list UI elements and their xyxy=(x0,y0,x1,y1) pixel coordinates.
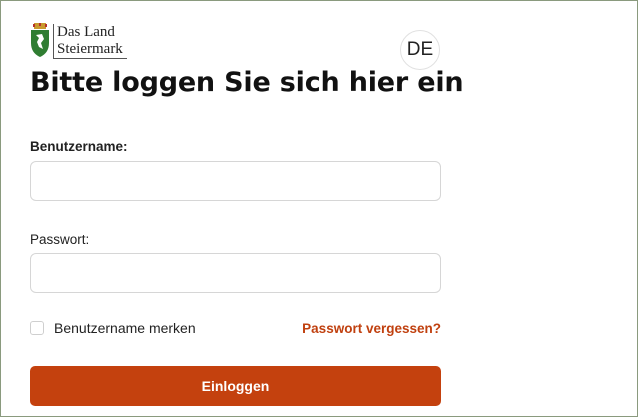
logo-text: Das Land Steiermark xyxy=(53,24,127,59)
remember-username: Benutzername merken xyxy=(30,320,196,336)
password-input[interactable] xyxy=(30,253,441,293)
login-page: Das Land Steiermark DE Bitte loggen Sie … xyxy=(0,0,638,417)
username-input[interactable] xyxy=(30,161,441,201)
login-button[interactable]: Einloggen xyxy=(30,366,441,406)
page-title: Bitte loggen Sie sich hier ein xyxy=(30,67,464,98)
logo-line-1: Das Land xyxy=(57,24,115,40)
forgot-password-link[interactable]: Passwort vergessen? xyxy=(302,321,441,336)
coat-of-arms-icon xyxy=(31,23,49,57)
logo: Das Land Steiermark xyxy=(30,23,127,61)
language-selector[interactable]: DE xyxy=(400,30,440,70)
remember-checkbox[interactable] xyxy=(30,321,44,335)
username-label: Benutzername: xyxy=(30,139,128,154)
password-label: Passwort: xyxy=(30,232,90,247)
header: Das Land Steiermark DE xyxy=(30,23,443,70)
logo-line-2: Steiermark xyxy=(57,41,123,57)
remember-label[interactable]: Benutzername merken xyxy=(54,320,196,336)
